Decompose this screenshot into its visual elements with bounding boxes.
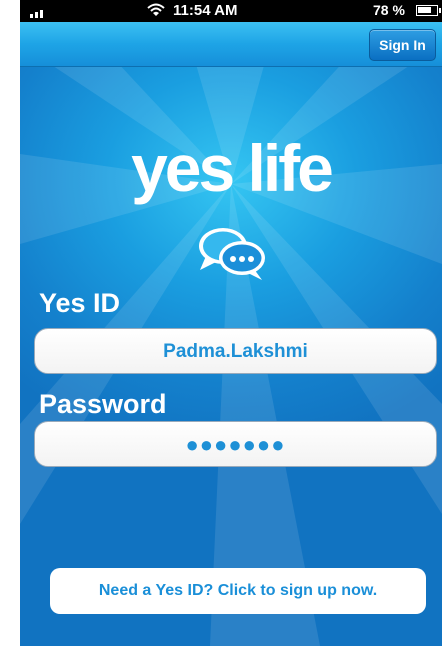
battery-icon: [416, 5, 441, 16]
status-bar: 11:54 AM 78 %: [20, 0, 442, 22]
sign-in-button[interactable]: Sign In: [369, 29, 436, 61]
wifi-icon: [147, 2, 165, 22]
battery-percent: 78 %: [373, 2, 405, 18]
signal-icon: [30, 6, 56, 18]
password-label: Password: [39, 389, 167, 419]
navigation-bar: Sign In: [20, 22, 442, 67]
yes-life-logo: yes life: [131, 131, 334, 205]
yes-id-label: Yes ID: [39, 288, 121, 318]
chat-bubbles-icon: [199, 228, 265, 280]
phone-screen: 11:54 AM 78 % Sign In yes life Yes ID Pa…: [20, 0, 442, 646]
status-time: 11:54 AM: [173, 2, 238, 19]
password-field[interactable]: ●●●●●●●: [34, 421, 437, 467]
yes-id-field[interactable]: Padma.Lakshmi: [34, 328, 437, 374]
signup-link[interactable]: Need a Yes ID? Click to sign up now.: [50, 568, 426, 614]
